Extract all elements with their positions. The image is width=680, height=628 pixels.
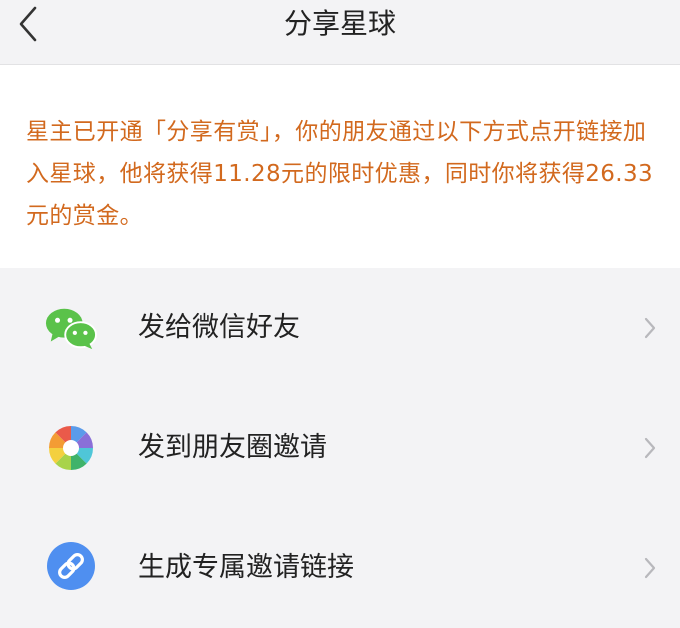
share-to-wechat-friend-row[interactable]: 发给微信好友 bbox=[0, 268, 680, 380]
generate-invite-link-row[interactable]: 生成专属邀请链接 bbox=[0, 508, 680, 620]
link-icon bbox=[45, 540, 97, 592]
page-title: 分享星球 bbox=[283, 7, 396, 40]
share-planet-screen: 分享星球 星主已开通「分享有赏」，你的朋友通过以下方式点开链接加入星球，他将获得… bbox=[0, 0, 680, 628]
share-option-label: 生成专属邀请链接 bbox=[138, 552, 354, 583]
moments-icon bbox=[45, 422, 97, 474]
share-options-list: 发给微信好友 发到朋友圈邀请 生成专属邀请链接 bbox=[0, 268, 680, 628]
share-reward-text: 星主已开通「分享有赏」，你的朋友通过以下方式点开链接加入星球，他将获得11.28… bbox=[26, 119, 654, 229]
chevron-right-icon bbox=[644, 557, 656, 579]
chevron-right-icon bbox=[644, 317, 656, 339]
share-reward-notice: 星主已开通「分享有赏」，你的朋友通过以下方式点开链接加入星球，他将获得11.28… bbox=[0, 65, 680, 268]
wechat-icon bbox=[45, 302, 97, 354]
share-option-label: 发给微信好友 bbox=[138, 312, 300, 343]
chevron-right-icon bbox=[644, 437, 656, 459]
top-navigation-bar: 分享星球 bbox=[0, 0, 680, 65]
share-option-label: 发到朋友圈邀请 bbox=[138, 432, 327, 463]
share-to-moments-row[interactable]: 发到朋友圈邀请 bbox=[0, 388, 680, 500]
